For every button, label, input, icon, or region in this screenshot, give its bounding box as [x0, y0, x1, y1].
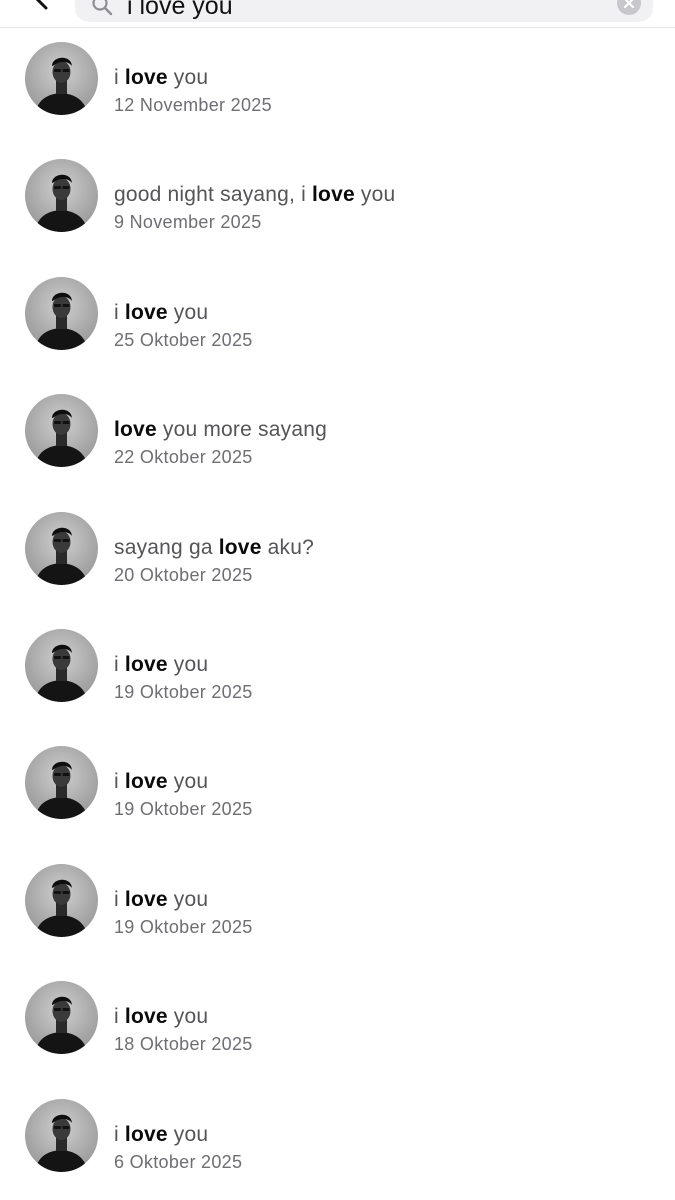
- message-snippet: i love you: [114, 888, 208, 912]
- message-snippet: i love you: [114, 1123, 208, 1147]
- search-result-item[interactable]: love you more sayang 22 Oktober 2025: [0, 394, 675, 494]
- avatar: [25, 629, 98, 702]
- message-snippet: i love you: [114, 66, 208, 90]
- snippet-prefix: i: [114, 301, 125, 324]
- avatar: [25, 159, 98, 232]
- snippet-match-highlight: love: [218, 536, 262, 559]
- snippet-prefix: i: [114, 1005, 125, 1028]
- search-result-item[interactable]: i love you 12 November 2025: [0, 42, 675, 142]
- message-snippet: i love you: [114, 1005, 208, 1029]
- search-results-screen: i love you i love you 12 November 2025 goo…: [0, 0, 675, 1200]
- message-date: 12 November 2025: [114, 95, 272, 115]
- search-result-item[interactable]: good night sayang, i love you 9 November …: [0, 159, 675, 259]
- snippet-suffix: you: [167, 1123, 209, 1146]
- snippet-prefix: i: [114, 66, 125, 89]
- message-date: 18 Oktober 2025: [114, 1034, 253, 1054]
- snippet-suffix: you: [354, 183, 396, 206]
- snippet-match-highlight: love: [114, 418, 157, 441]
- avatar: [25, 864, 98, 937]
- avatar: [25, 394, 98, 467]
- message-date: 19 Oktober 2025: [114, 917, 253, 937]
- avatar: [25, 746, 98, 819]
- search-result-item[interactable]: i love you 19 Oktober 2025: [0, 629, 675, 729]
- snippet-match-highlight: love: [124, 1123, 168, 1146]
- search-result-item[interactable]: i love you 6 Oktober 2025: [0, 1099, 675, 1199]
- message-date: 9 November 2025: [114, 212, 262, 232]
- search-result-item[interactable]: i love you 18 Oktober 2025: [0, 981, 675, 1081]
- snippet-match-highlight: love: [124, 66, 168, 89]
- message-snippet: good night sayang, i love you: [114, 183, 395, 207]
- snippet-suffix: you: [167, 301, 209, 324]
- message-date: 19 Oktober 2025: [114, 682, 253, 702]
- snippet-suffix: you: [167, 770, 209, 793]
- snippet-match-highlight: love: [124, 1005, 168, 1028]
- snippet-suffix: you more sayang: [156, 418, 327, 441]
- snippet-prefix: sayang ga: [114, 536, 219, 559]
- avatar: [25, 1099, 98, 1172]
- message-snippet: i love you: [114, 301, 208, 325]
- message-date: 6 Oktober 2025: [114, 1152, 243, 1172]
- snippet-prefix: i: [114, 770, 125, 793]
- snippet-suffix: you: [167, 66, 209, 89]
- search-results-list: i love you 12 November 2025 good night say…: [0, 0, 675, 1200]
- snippet-match-highlight: love: [124, 653, 168, 676]
- message-date: 20 Oktober 2025: [114, 565, 253, 585]
- message-snippet: i love you: [114, 653, 208, 677]
- snippet-suffix: you: [167, 1005, 209, 1028]
- message-date: 22 Oktober 2025: [114, 447, 253, 467]
- snippet-prefix: i: [114, 888, 125, 911]
- search-result-item[interactable]: i love you 25 Oktober 2025: [0, 277, 675, 377]
- snippet-prefix: i: [114, 653, 125, 676]
- search-result-item[interactable]: i love you 19 Oktober 2025: [0, 746, 675, 846]
- message-snippet: love you more sayang: [114, 418, 327, 442]
- avatar: [25, 981, 98, 1054]
- search-result-item[interactable]: i love you 19 Oktober 2025: [0, 864, 675, 964]
- snippet-match-highlight: love: [124, 301, 168, 324]
- avatar: [25, 277, 98, 350]
- snippet-match-highlight: love: [124, 770, 168, 793]
- snippet-suffix: aku?: [261, 536, 314, 559]
- avatar: [25, 512, 98, 585]
- message-snippet: sayang ga love aku?: [114, 536, 314, 560]
- snippet-match-highlight: love: [312, 183, 355, 206]
- snippet-prefix: i: [114, 1123, 125, 1146]
- snippet-suffix: you: [167, 653, 209, 676]
- search-result-item[interactable]: sayang ga love aku? 20 Oktober 2025: [0, 512, 675, 612]
- snippet-prefix: good night sayang, i: [114, 183, 313, 206]
- avatar: [25, 42, 98, 115]
- message-date: 19 Oktober 2025: [114, 799, 253, 819]
- message-snippet: i love you: [114, 770, 208, 794]
- snippet-suffix: you: [167, 888, 209, 911]
- message-date: 25 Oktober 2025: [114, 330, 253, 350]
- snippet-match-highlight: love: [124, 888, 168, 911]
